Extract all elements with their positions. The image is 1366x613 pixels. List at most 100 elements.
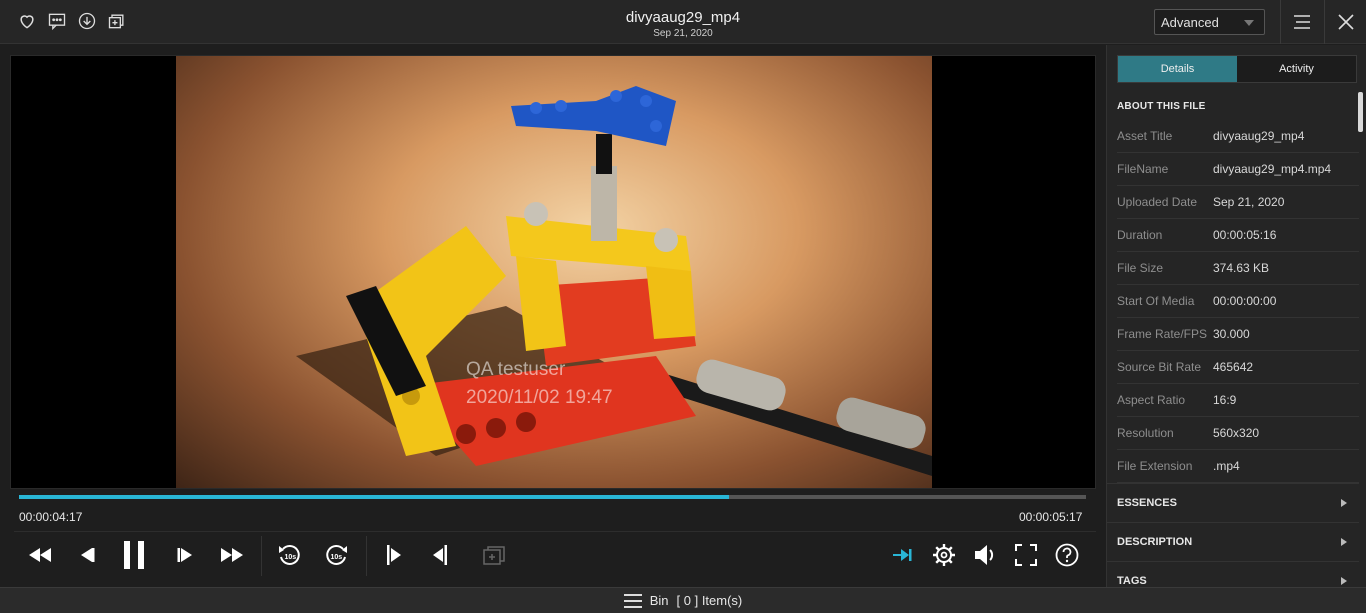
bin-bar[interactable]: Bin [ 0 ] Item(s) xyxy=(0,587,1366,613)
metadata-key: File Extension xyxy=(1117,459,1193,473)
forward-10s-button[interactable]: 10s xyxy=(320,540,352,570)
metadata-value: .mp4 xyxy=(1213,459,1240,473)
metadata-row: Duration 00:00:05:16 xyxy=(1117,219,1359,252)
metadata-row: Start Of Media 00:00:00:00 xyxy=(1117,285,1359,318)
mode-dropdown-value: Advanced xyxy=(1161,15,1219,30)
metadata-row: Asset Title divyaaug29_mp4 xyxy=(1117,120,1359,153)
metadata-value: 00:00:00:00 xyxy=(1213,294,1277,308)
watermark-user: QA testuser xyxy=(466,359,566,380)
prev-frame-button[interactable] xyxy=(70,540,102,570)
fullscreen-button[interactable] xyxy=(1010,540,1042,570)
mark-out-icon xyxy=(433,545,447,565)
add-clip-button[interactable] xyxy=(479,540,511,570)
chevron-down-icon xyxy=(1244,20,1254,26)
bin-label: Bin xyxy=(649,593,669,608)
accordion-tags[interactable]: TAGS xyxy=(1107,561,1359,587)
metadata-key: Aspect Ratio xyxy=(1117,393,1186,407)
settings-button[interactable] xyxy=(928,540,960,570)
mark-out-button[interactable] xyxy=(424,540,456,570)
metadata-row: Frame Rate/FPS 30.000 xyxy=(1117,318,1359,351)
details-panel: Details Activity ABOUT THIS FILE Asset T… xyxy=(1106,45,1366,587)
menu-icon xyxy=(1294,15,1310,29)
accordion-label: TAGS xyxy=(1117,575,1147,587)
close-icon xyxy=(1337,14,1354,30)
top-bar: divyaaug29_mp4 Sep 21, 2020 Advanced xyxy=(0,0,1366,44)
video-player[interactable]: QA testuser 2020/11/02 19:47 xyxy=(10,55,1096,489)
metadata-row: FileName divyaaug29_mp4.mp4 xyxy=(1117,153,1359,186)
accordion-label: ESSENCES xyxy=(1117,497,1177,509)
volume-icon xyxy=(975,545,994,565)
pause-icon xyxy=(124,541,144,569)
panel-scrollbar[interactable] xyxy=(1358,92,1363,132)
metadata-row: Source Bit Rate 465642 xyxy=(1117,351,1359,384)
metadata-row: File Extension .mp4 xyxy=(1117,450,1359,483)
metadata-row: Uploaded Date Sep 21, 2020 xyxy=(1117,186,1359,219)
metadata-value: Sep 21, 2020 xyxy=(1213,195,1285,209)
comment-icon[interactable] xyxy=(46,10,68,32)
metadata-value: 560x320 xyxy=(1213,426,1260,440)
metadata-value: 374.63 KB xyxy=(1213,261,1270,275)
mode-dropdown[interactable]: Advanced xyxy=(1154,9,1265,35)
fullscreen-icon xyxy=(1015,544,1037,566)
accordion-label: DESCRIPTION xyxy=(1117,536,1193,548)
fast-rewind-icon xyxy=(29,548,51,562)
asset-date: Sep 21, 2020 xyxy=(653,28,713,39)
metadata-key: Uploaded Date xyxy=(1117,195,1198,209)
next-frame-button[interactable] xyxy=(170,540,202,570)
metadata-key: FileName xyxy=(1117,162,1169,176)
pin-button[interactable] xyxy=(887,540,919,570)
step-back-icon xyxy=(81,548,95,562)
chevron-right-icon xyxy=(1341,538,1347,546)
duration-timecode: 00:00:05:17 xyxy=(1019,510,1083,524)
metadata-row: Resolution 560x320 xyxy=(1117,417,1359,450)
fast-rewind-button[interactable] xyxy=(24,540,56,570)
add-to-bin-icon[interactable] xyxy=(106,10,128,32)
pause-button[interactable] xyxy=(118,540,150,570)
metadata-value: divyaaug29_mp4.mp4 xyxy=(1213,162,1332,176)
replay-10-icon: 10s xyxy=(279,544,300,565)
seek-bar-progress xyxy=(19,495,729,499)
metadata-value: 465642 xyxy=(1213,360,1254,374)
metadata-value: 00:00:05:16 xyxy=(1213,228,1277,242)
metadata-value: 30.000 xyxy=(1213,327,1250,341)
add-clip-icon xyxy=(483,546,505,565)
chevron-right-icon xyxy=(1341,577,1347,585)
metadata-list: Asset Title divyaaug29_mp4 FileName divyaau… xyxy=(1117,120,1359,483)
hamburger-icon xyxy=(623,593,642,608)
menu-button[interactable] xyxy=(1280,0,1323,44)
video-frame[interactable]: QA testuser 2020/11/02 19:47 xyxy=(176,56,932,488)
panel-tabs: Details Activity xyxy=(1117,55,1357,83)
fast-forward-icon xyxy=(221,548,243,562)
metadata-key: Start Of Media xyxy=(1117,294,1195,308)
metadata-value: 16:9 xyxy=(1213,393,1237,407)
metadata-row: Aspect Ratio 16:9 xyxy=(1117,384,1359,417)
volume-button[interactable] xyxy=(969,540,1001,570)
top-actions xyxy=(16,10,128,32)
section-title: ABOUT THIS FILE xyxy=(1117,101,1206,112)
divider xyxy=(261,536,262,576)
asset-title: divyaaug29_mp4 xyxy=(625,9,741,26)
rewind-10s-button[interactable]: 10s xyxy=(274,540,306,570)
heart-icon[interactable] xyxy=(16,10,38,32)
tab-details[interactable]: Details xyxy=(1118,56,1237,82)
svg-text:10s: 10s xyxy=(331,554,343,561)
help-icon xyxy=(1055,543,1079,567)
fast-forward-button[interactable] xyxy=(216,540,248,570)
download-icon[interactable] xyxy=(76,10,98,32)
close-button[interactable] xyxy=(1324,0,1366,44)
metadata-key: Source Bit Rate xyxy=(1117,360,1202,374)
current-timecode: 00:00:04:17 xyxy=(19,510,83,524)
seek-bar[interactable] xyxy=(19,495,1086,499)
help-button[interactable] xyxy=(1051,540,1083,570)
accordion-essences[interactable]: ESSENCES xyxy=(1107,483,1359,522)
video-watermark: QA testuser 2020/11/02 19:47 xyxy=(466,356,613,412)
chevron-right-icon xyxy=(1341,499,1347,507)
forward-10-icon: 10s xyxy=(326,544,347,565)
tab-activity[interactable]: Activity xyxy=(1237,56,1356,82)
gear-icon xyxy=(933,544,955,566)
metadata-value: divyaaug29_mp4 xyxy=(1213,129,1305,143)
accordion-description[interactable]: DESCRIPTION xyxy=(1107,522,1359,561)
step-forward-icon xyxy=(177,548,192,562)
watermark-timestamp: 2020/11/02 19:47 xyxy=(466,387,613,408)
mark-in-button[interactable] xyxy=(378,540,410,570)
